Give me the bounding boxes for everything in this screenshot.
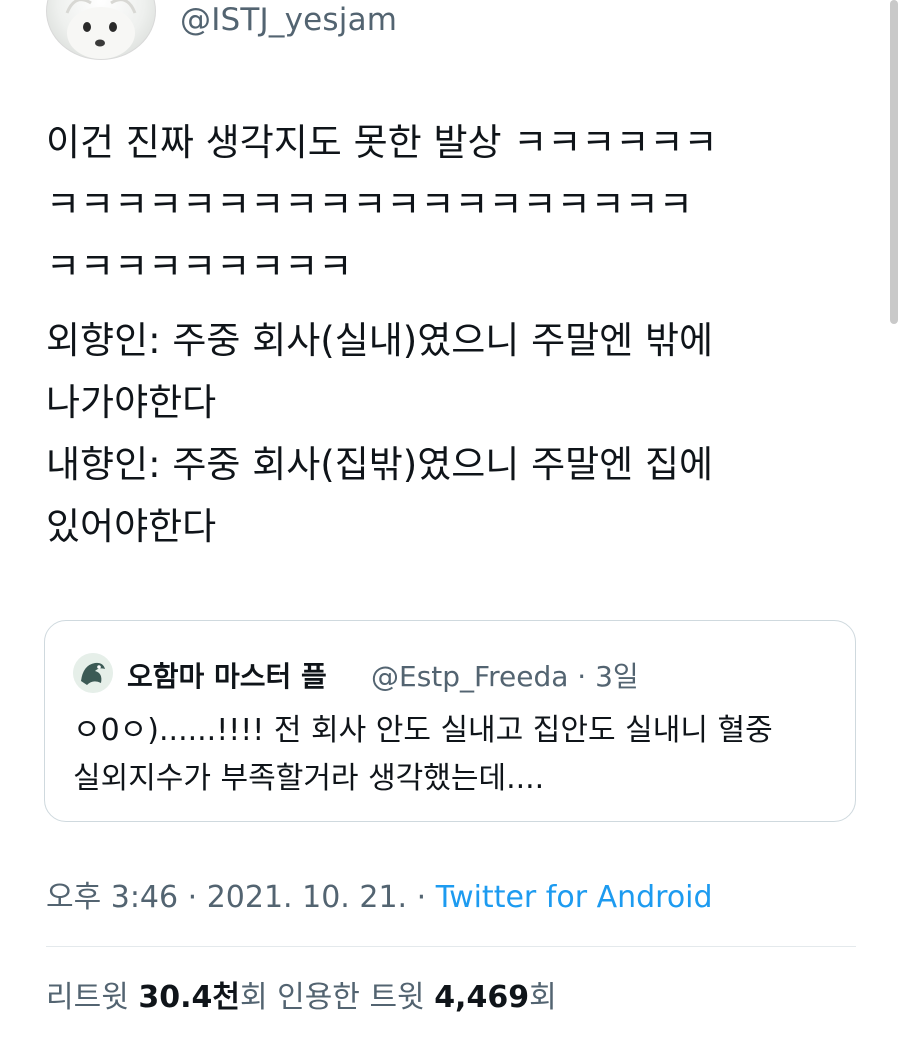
quote-tweet-suffix: 회 [529, 980, 557, 1015]
tweet-meta: 오후 3:46 · 2021. 10. 21. · Twitter for An… [46, 872, 713, 916]
quote-tweet-count[interactable]: 4,469 [434, 980, 529, 1015]
tweet-line: 외향인: 주중 회사(실내)였으니 주말엔 밖에 [46, 319, 714, 362]
tweet-line: ㅋㅋㅋㅋㅋㅋㅋㅋㅋ [46, 245, 353, 288]
tweet-line: 이건 진짜 생각지도 못한 발상 ㅋㅋㅋㅋㅋㅋ [46, 121, 718, 164]
scrollbar[interactable] [890, 0, 898, 324]
quote-text: ㅇ0ㅇ)......!!!! 전 회사 안도 실내고 집안도 실내니 혈중 실외… [73, 707, 843, 803]
retweet-count[interactable]: 30.4천 [138, 980, 240, 1015]
quote-avatar[interactable] [73, 653, 113, 693]
quote-author-handle[interactable]: @Estp_Freeda · 3일 [371, 655, 639, 695]
tweet-source-link[interactable]: Twitter for Android [436, 880, 713, 915]
tweet-line: ㅋㅋㅋㅋㅋㅋㅋㅋㅋㅋㅋㅋㅋㅋㅋㅋㅋㅋㅋ [46, 183, 693, 226]
tweet-text: 이건 진짜 생각지도 못한 발상 ㅋㅋㅋㅋㅋㅋ ㅋㅋㅋㅋㅋㅋㅋㅋㅋㅋㅋㅋㅋㅋㅋㅋ… [46, 112, 856, 558]
tweet-line: 내향인: 주중 회사(집밖)였으니 주말엔 집에 [46, 443, 714, 486]
quote-line: 실외지수가 부족할거라 생각했는데.... [73, 761, 545, 796]
tweet-detail-page: @ISTJ_yesjam 이건 진짜 생각지도 못한 발상 ㅋㅋㅋㅋㅋㅋ ㅋㅋㅋ… [0, 0, 900, 1038]
quoted-tweet-card[interactable]: 오함마 마스터 플 @Estp_Freeda · 3일 ㅇ0ㅇ)......!!… [44, 620, 856, 822]
user-handle[interactable]: @ISTJ_yesjam [180, 2, 397, 38]
divider [46, 946, 856, 947]
retweet-label: 리트윗 [46, 980, 139, 1015]
tweet-line: 나가야한다 [46, 381, 217, 424]
quote-line: ㅇ0ㅇ)......!!!! 전 회사 안도 실내고 집안도 실내니 혈중 [73, 713, 773, 748]
tweet-line: 있어야한다 [46, 505, 217, 548]
retweet-suffix: 회 인용한 트윗 [239, 980, 435, 1015]
user-avatar[interactable] [46, 0, 156, 60]
tweet-stats: 리트윗 30.4천회 인용한 트윗 4,469회 [46, 972, 557, 1016]
tweet-timestamp[interactable]: 오후 3:46 · 2021. 10. 21. · [46, 880, 436, 915]
quote-author-name[interactable]: 오함마 마스터 플 [127, 655, 327, 695]
